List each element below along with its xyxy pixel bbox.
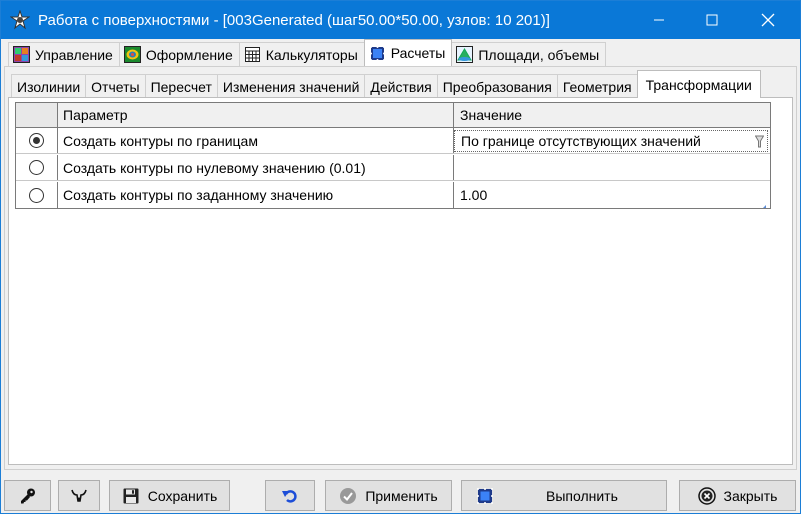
tab-content: Параметр Значение Создать контуры по гра… bbox=[8, 97, 793, 465]
close-button[interactable]: Закрыть bbox=[679, 480, 796, 511]
volume-icon bbox=[456, 46, 474, 63]
resize-corner-icon bbox=[759, 199, 766, 208]
tab-calculations[interactable]: Расчеты bbox=[363, 39, 453, 66]
undo-button[interactable] bbox=[265, 480, 315, 511]
table-row[interactable]: Создать контуры по границам По границе о… bbox=[16, 128, 770, 154]
dotted-square-icon bbox=[476, 487, 494, 505]
param-cell: Создать контуры по границам bbox=[58, 128, 454, 153]
apply-label: Применить bbox=[365, 487, 438, 504]
tab-label: Площади, объемы bbox=[478, 46, 600, 63]
bottom-toolbar: Сохранить Применить Выполнить Закрыть bbox=[1, 479, 800, 513]
save-label: Сохранить bbox=[147, 487, 218, 504]
run-button[interactable]: Выполнить bbox=[461, 480, 667, 511]
tab-conversions[interactable]: Преобразования bbox=[436, 74, 558, 98]
close-circle-icon bbox=[697, 486, 716, 505]
key-button[interactable] bbox=[4, 480, 51, 511]
row-selector[interactable] bbox=[16, 155, 58, 180]
tab-geometry[interactable]: Геометрия bbox=[556, 74, 638, 98]
table-row[interactable]: Создать контуры по нулевому значению (0.… bbox=[16, 155, 770, 181]
tab-label: Управление bbox=[35, 46, 113, 63]
key-icon bbox=[19, 487, 37, 505]
tab-label: Оформление bbox=[145, 46, 233, 63]
tab-calculators[interactable]: Калькуляторы bbox=[238, 42, 365, 66]
checkmark-icon bbox=[339, 487, 357, 505]
save-button[interactable]: Сохранить bbox=[109, 480, 230, 511]
contour-colored-icon bbox=[123, 46, 141, 63]
parameters-grid: Параметр Значение Создать контуры по гра… bbox=[15, 102, 771, 209]
tab-label: Расчеты bbox=[390, 45, 446, 61]
floppy-disk-icon bbox=[122, 487, 140, 505]
row-selector[interactable] bbox=[16, 128, 58, 153]
tab-design[interactable]: Оформление bbox=[118, 42, 240, 66]
grid-colored-icon bbox=[13, 46, 30, 63]
app-window: Работа с поверхностями - [003Generated (… bbox=[0, 0, 801, 514]
title-bar[interactable]: Работа с поверхностями - [003Generated (… bbox=[1, 1, 800, 39]
column-header-param: Параметр bbox=[58, 103, 454, 127]
close-window-button[interactable] bbox=[745, 1, 791, 39]
dotted-square-icon bbox=[369, 45, 386, 62]
value-dropdown[interactable]: По границе отсутствующих значений bbox=[454, 130, 768, 152]
run-label: Выполнить bbox=[546, 487, 618, 504]
table-row[interactable]: Создать контуры по заданному значению 1.… bbox=[16, 182, 770, 208]
funnel-dropdown-icon[interactable] bbox=[754, 135, 765, 149]
param-cell: Создать контуры по заданному значению bbox=[58, 182, 454, 208]
param-cell: Создать контуры по нулевому значению (0.… bbox=[58, 155, 454, 180]
grid-header-row: Параметр Значение bbox=[16, 103, 770, 128]
close-label: Закрыть bbox=[723, 487, 778, 504]
tab-recalc[interactable]: Пересчет bbox=[144, 74, 218, 98]
value-text: 1.00 bbox=[460, 187, 488, 203]
tab-management[interactable]: Управление bbox=[8, 42, 120, 66]
window-title: Работа с поверхностями - [003Generated (… bbox=[38, 11, 550, 29]
sub-tab-strip: Изолинии Отчеты Пересчет Изменения значе… bbox=[11, 70, 761, 98]
column-header-value: Значение bbox=[460, 107, 523, 123]
value-text: По границе отсутствующих значений bbox=[461, 133, 701, 149]
bull-head-icon bbox=[70, 487, 88, 505]
value-cell[interactable] bbox=[454, 155, 768, 180]
tab-actions[interactable]: Действия bbox=[364, 74, 438, 98]
mask-button[interactable] bbox=[58, 480, 100, 511]
tab-areas-volumes[interactable]: Площади, объемы bbox=[451, 42, 607, 66]
tab-isolines[interactable]: Изолинии bbox=[11, 74, 87, 98]
undo-icon bbox=[281, 487, 299, 505]
tab-value-changes[interactable]: Изменения значений bbox=[216, 74, 366, 98]
maximize-button[interactable] bbox=[689, 1, 735, 39]
header-selector-cell bbox=[16, 103, 58, 127]
main-panel: Изолинии Отчеты Пересчет Изменения значе… bbox=[4, 66, 797, 470]
tab-transformations[interactable]: Трансформации bbox=[636, 70, 761, 98]
radio-unselected[interactable] bbox=[29, 187, 44, 203]
tab-reports[interactable]: Отчеты bbox=[85, 74, 146, 98]
app-icon bbox=[10, 10, 30, 30]
radio-selected[interactable] bbox=[29, 133, 44, 148]
tab-label: Калькуляторы bbox=[265, 46, 358, 63]
apply-button[interactable]: Применить bbox=[325, 480, 452, 511]
value-cell[interactable]: 1.00 bbox=[454, 182, 768, 208]
row-selector[interactable] bbox=[16, 182, 58, 208]
minimize-button[interactable] bbox=[636, 1, 682, 39]
main-tab-strip: Управление Оформление Калькуляторы Расче… bbox=[8, 39, 607, 66]
calculator-icon bbox=[244, 46, 261, 63]
radio-unselected[interactable] bbox=[29, 160, 44, 175]
